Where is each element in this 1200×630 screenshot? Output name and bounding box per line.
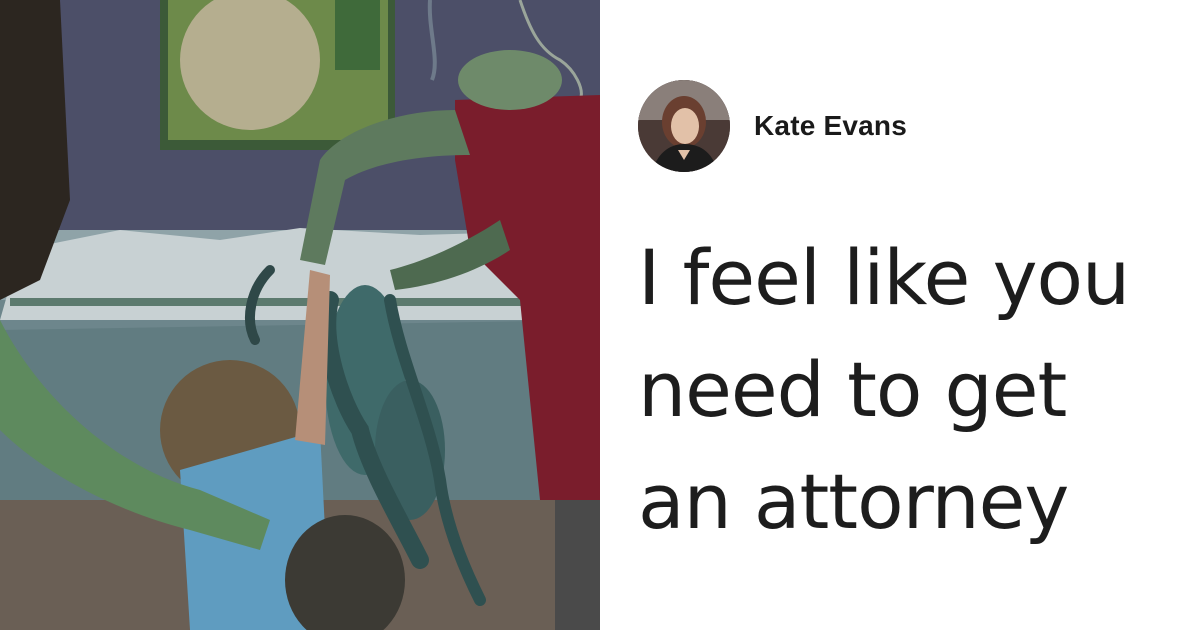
avatar (638, 80, 730, 172)
aquarium-photo (0, 0, 600, 630)
quote-line: an attorney (638, 457, 1069, 546)
author-name: Kate Evans (754, 110, 907, 141)
text-panel: Kate Evans I feel like you need to get a… (600, 0, 1200, 630)
author-row: Kate Evans (638, 80, 907, 172)
quote-line: I feel like you (638, 233, 1130, 322)
quote-line: need to get (638, 345, 1067, 434)
social-card: Kate Evans I feel like you need to get a… (0, 0, 1200, 630)
profile-photo-icon (638, 80, 730, 172)
quote-text: I feel like you need to get an attorney (638, 222, 1183, 558)
photo-illustration (0, 0, 600, 630)
